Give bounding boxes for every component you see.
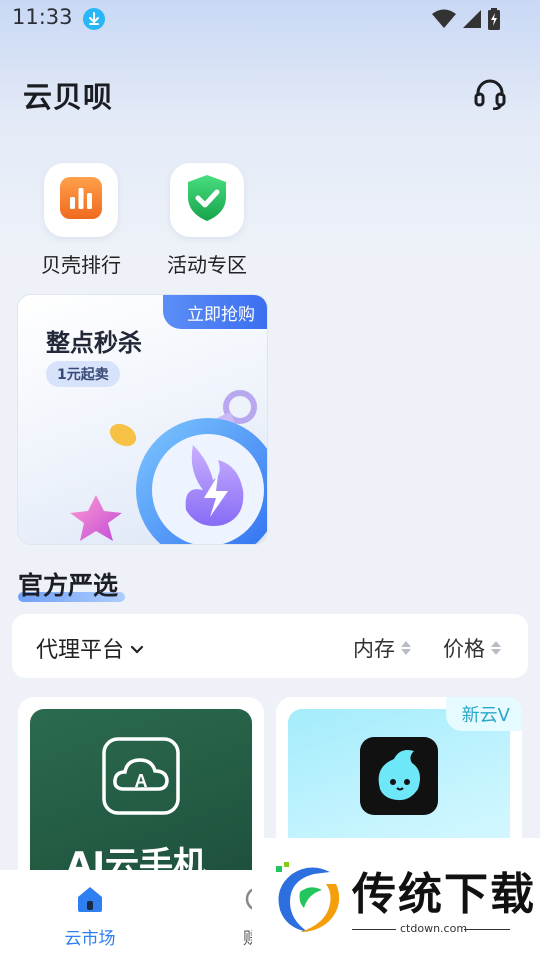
activity-tile[interactable] [170, 163, 244, 237]
watermark-rule [464, 929, 510, 930]
status-icons [432, 8, 500, 34]
stopwatch-illustration [70, 390, 267, 544]
wifi-icon [432, 9, 456, 33]
product-card-ai-phone[interactable]: A AI云手机 [18, 697, 264, 897]
battery-charging-icon [488, 8, 500, 34]
signal-icon [462, 9, 482, 33]
nav-item-market[interactable]: 云市场 [55, 884, 125, 949]
bar-chart-icon [58, 175, 104, 225]
watermark-logo-icon [270, 862, 348, 940]
quick-entry-ranking[interactable]: 贝壳排行 [26, 163, 136, 278]
nav-label: 云市场 [64, 929, 116, 949]
activity-label: 活动专区 [167, 253, 247, 277]
ranking-tile[interactable] [44, 163, 118, 237]
quick-entry-activity[interactable]: 活动专区 [152, 163, 262, 278]
headset-icon[interactable] [473, 78, 507, 111]
section-title: 官方严选 [18, 571, 119, 600]
watermark-rule [352, 929, 396, 930]
watermark-url: ctdown.com [400, 922, 468, 935]
status-time: 11:33 [12, 5, 73, 29]
download-icon [83, 8, 105, 30]
shield-check-icon [184, 173, 230, 227]
home-icon [75, 887, 105, 918]
filter-bar: 代理平台 内存 价格 [12, 614, 528, 678]
platform-filter[interactable]: 代理平台 [36, 632, 144, 664]
watermark: 传统下载 ctdown.com [252, 838, 540, 960]
ranking-label: 贝壳排行 [41, 253, 121, 277]
memory-sort[interactable]: 内存 [353, 633, 411, 663]
sort-icon [401, 641, 411, 655]
platform-filter-label: 代理平台 [36, 638, 125, 663]
price-sort-label: 价格 [443, 637, 485, 661]
chevron-down-icon [130, 636, 144, 661]
watermark-text: 传统下载 [352, 869, 536, 920]
status-bar: 11:33 [0, 0, 540, 38]
flash-sale-card[interactable]: 立即抢购 整点秒杀 1元起卖 [17, 294, 268, 545]
product-image: A AI云手机 [30, 709, 252, 897]
new-tag: 新云V [445, 697, 522, 731]
mascot-icon [360, 737, 438, 819]
price-sort[interactable]: 价格 [443, 633, 501, 663]
memory-sort-label: 内存 [353, 637, 395, 661]
cloud-a-icon: A [102, 737, 180, 819]
sort-icon [491, 641, 501, 655]
svg-text:A: A [135, 771, 148, 791]
app-title: 云贝呗 [23, 80, 114, 114]
